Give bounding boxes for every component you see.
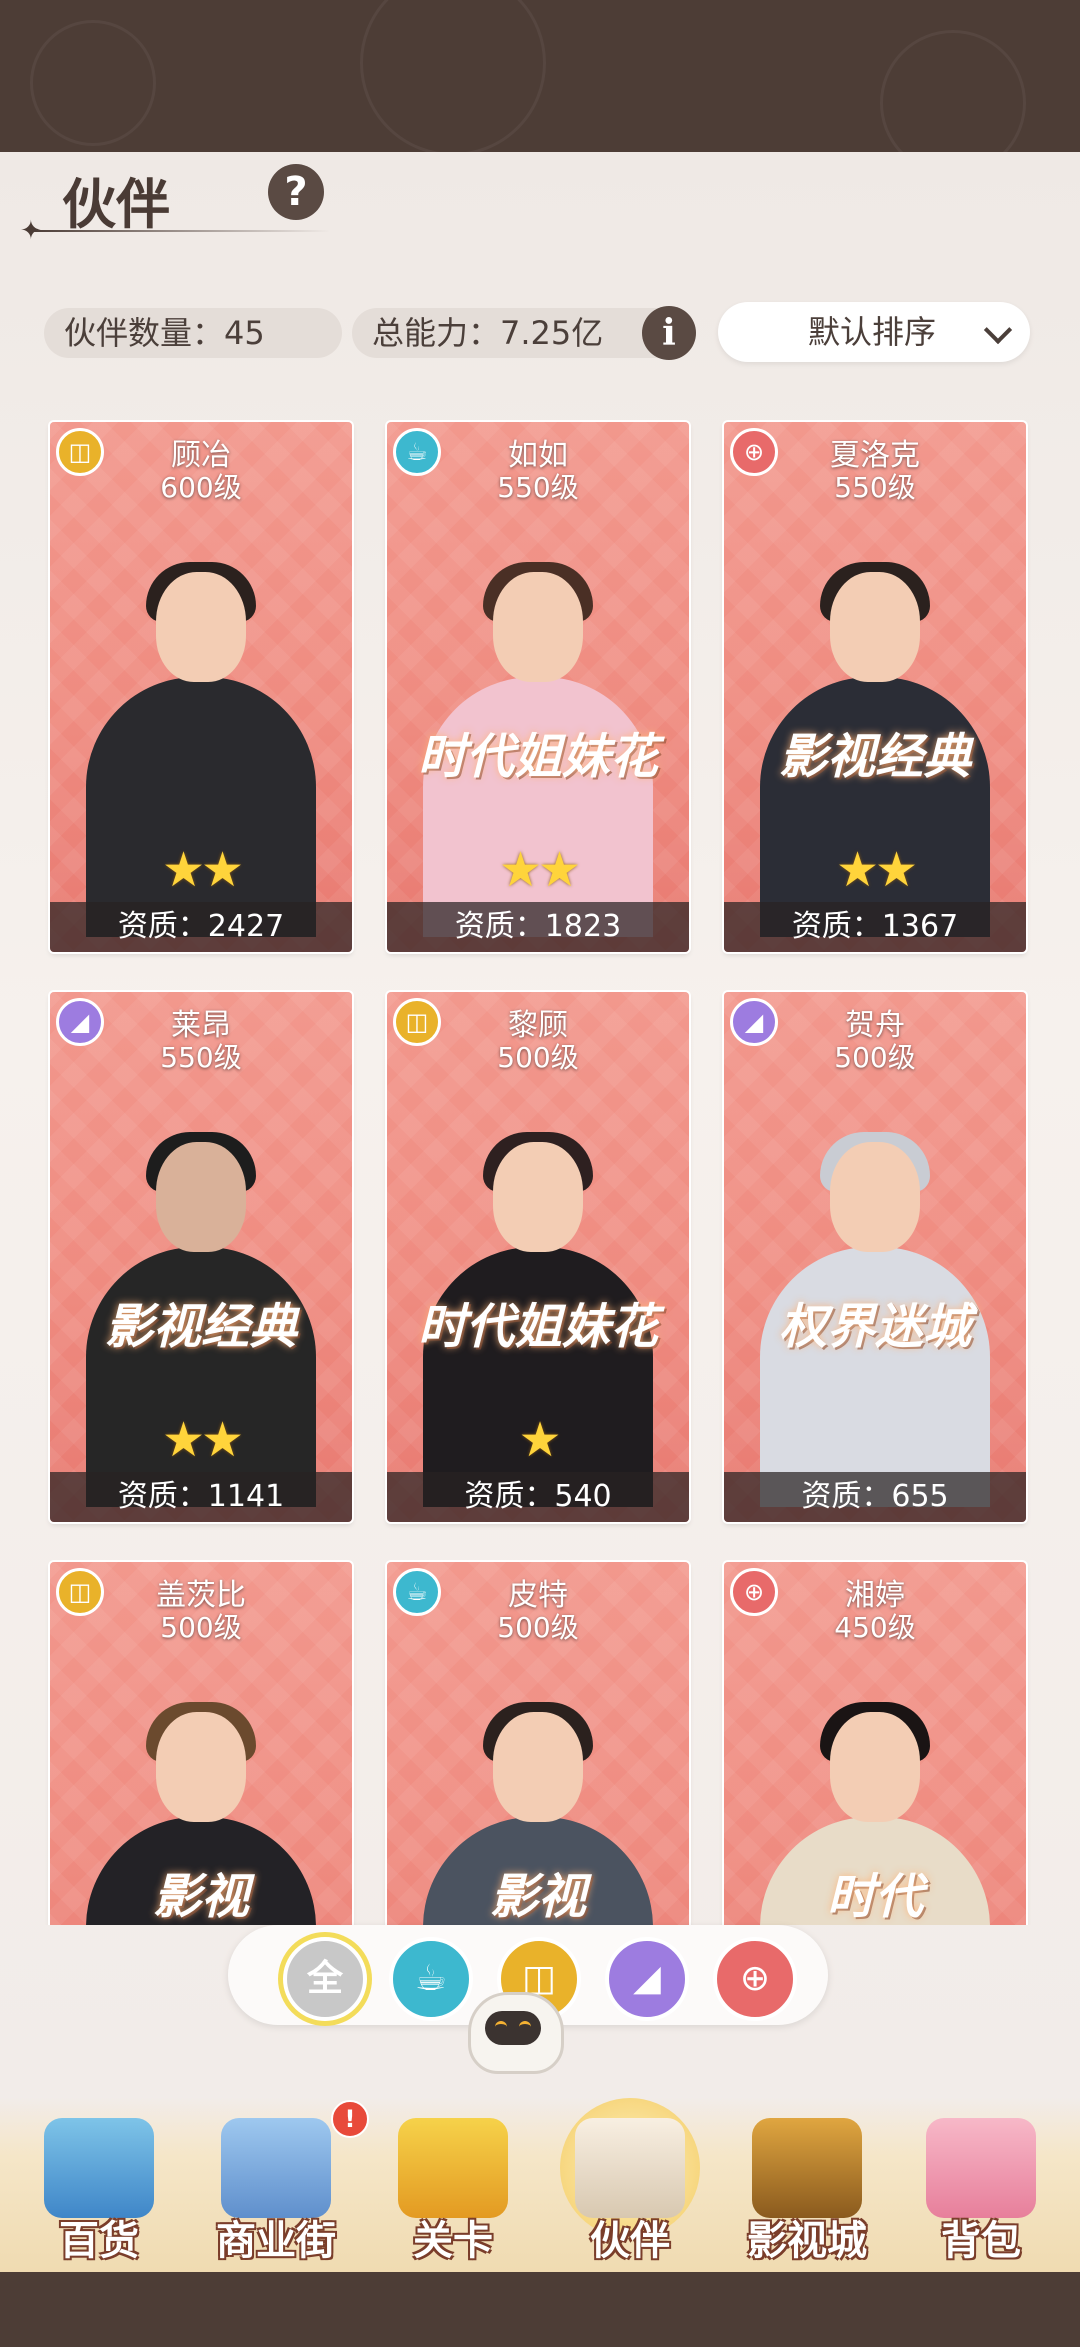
partner-card[interactable]: 影视 ☕ 皮特 500级 — [387, 1562, 689, 1925]
star-rating: ★★ — [161, 842, 244, 898]
alert-badge: ! — [331, 2100, 369, 2138]
partner-card[interactable]: 权界迷城 ◢ 贺舟 500级 资质：655 — [724, 992, 1026, 1522]
partner-level: 500级 — [834, 1041, 916, 1074]
partner-quality: 资质：540 — [387, 1472, 689, 1522]
partner-portrait-icon — [575, 2118, 685, 2218]
partner-quality: 资质：1367 — [724, 902, 1026, 952]
partner-card[interactable]: 影视经典 ⊕ 夏洛克 550级 ★★ 资质：1367 — [724, 422, 1026, 952]
partner-card[interactable]: 时代姐妹花 ◫ 黎顾 500级 ★ 资质：540 — [387, 992, 689, 1522]
partner-level: 500级 — [497, 1041, 579, 1074]
card-slogan: 权界迷城 — [778, 1299, 971, 1355]
nav-commercial-street[interactable]: 商业街 ! — [191, 2098, 369, 2268]
bottom-strip — [0, 2272, 1080, 2347]
nav-label: 商业街 — [216, 2218, 336, 2264]
star-rating: ★★ — [161, 1412, 244, 1468]
star-rating: ★ — [518, 1412, 561, 1468]
nav-label: 影视城 — [747, 2218, 867, 2264]
partner-grid: ◫ 顾冶 600级 ★★ 资质：2427 时代姐妹花 ☕ 如如 550级 ★★ … — [0, 0, 1080, 1925]
card-slogan: 影视经典 — [104, 1299, 297, 1355]
nav-film-city[interactable]: 影视城 — [722, 2098, 892, 2268]
nav-label: 伙伴 — [590, 2218, 670, 2264]
partner-card[interactable]: ◫ 顾冶 600级 ★★ 资质：2427 — [50, 422, 352, 952]
filter-high-heel-icon[interactable]: ◢ — [605, 1937, 689, 2021]
partner-quality: 资质：1141 — [50, 1472, 352, 1522]
partner-quality: 资质：2427 — [50, 902, 352, 952]
nav-department-store[interactable]: 百货 — [14, 2098, 184, 2268]
handbag-icon — [926, 2118, 1036, 2218]
department-store-icon — [44, 2118, 154, 2218]
card-slogan: 时代姐妹花 — [417, 729, 658, 785]
card-slogan: 时代姐妹花 — [417, 1299, 658, 1355]
nav-label: 背包 — [941, 2218, 1021, 2264]
partner-level: 450级 — [834, 1611, 916, 1644]
partner-level: 550级 — [160, 1041, 242, 1074]
robot-mascot-icon[interactable] — [468, 1992, 564, 2074]
partner-level: 500级 — [160, 1611, 242, 1644]
partner-level: 500级 — [497, 1611, 579, 1644]
partner-quality: 资质：655 — [724, 1472, 1026, 1522]
filter-coffee-cup-icon[interactable]: ☕ — [389, 1937, 473, 2021]
partner-card[interactable]: 影视 ◫ 盖茨比 500级 — [50, 1562, 352, 1925]
partner-level: 600级 — [160, 471, 242, 504]
commercial-street-icon — [221, 2118, 331, 2218]
partner-card[interactable]: 时代 ⊕ 湘婷 450级 — [724, 1562, 1026, 1925]
partner-level: 550级 — [834, 471, 916, 504]
nav-partners[interactable]: 伙伴 — [545, 2098, 715, 2268]
card-slogan: 时代 — [826, 1869, 923, 1925]
partner-card[interactable]: 时代姐妹花 ☕ 如如 550级 ★★ 资质：1823 — [387, 422, 689, 952]
card-slogan: 影视经典 — [778, 729, 971, 785]
filter-gamepad-icon[interactable]: ⊕ — [713, 1937, 797, 2021]
nav-levels[interactable]: 关卡 — [368, 2098, 538, 2268]
card-slogan: 影视 — [152, 1869, 249, 1925]
nav-backpack[interactable]: 背包 — [896, 2098, 1066, 2268]
nav-label: 关卡 — [413, 2218, 493, 2264]
star-rating: ★★ — [835, 842, 918, 898]
partner-card[interactable]: 影视经典 ◢ 莱昂 550级 ★★ 资质：1141 — [50, 992, 352, 1522]
partner-quality: 资质：1823 — [387, 902, 689, 952]
filter-all-button[interactable]: 全 — [283, 1937, 367, 2021]
star-rating: ★★ — [498, 842, 581, 898]
truck-icon — [398, 2118, 508, 2218]
film-camera-icon — [752, 2118, 862, 2218]
nav-label: 百货 — [59, 2218, 139, 2264]
partner-level: 550级 — [497, 471, 579, 504]
card-slogan: 影视 — [489, 1869, 586, 1925]
